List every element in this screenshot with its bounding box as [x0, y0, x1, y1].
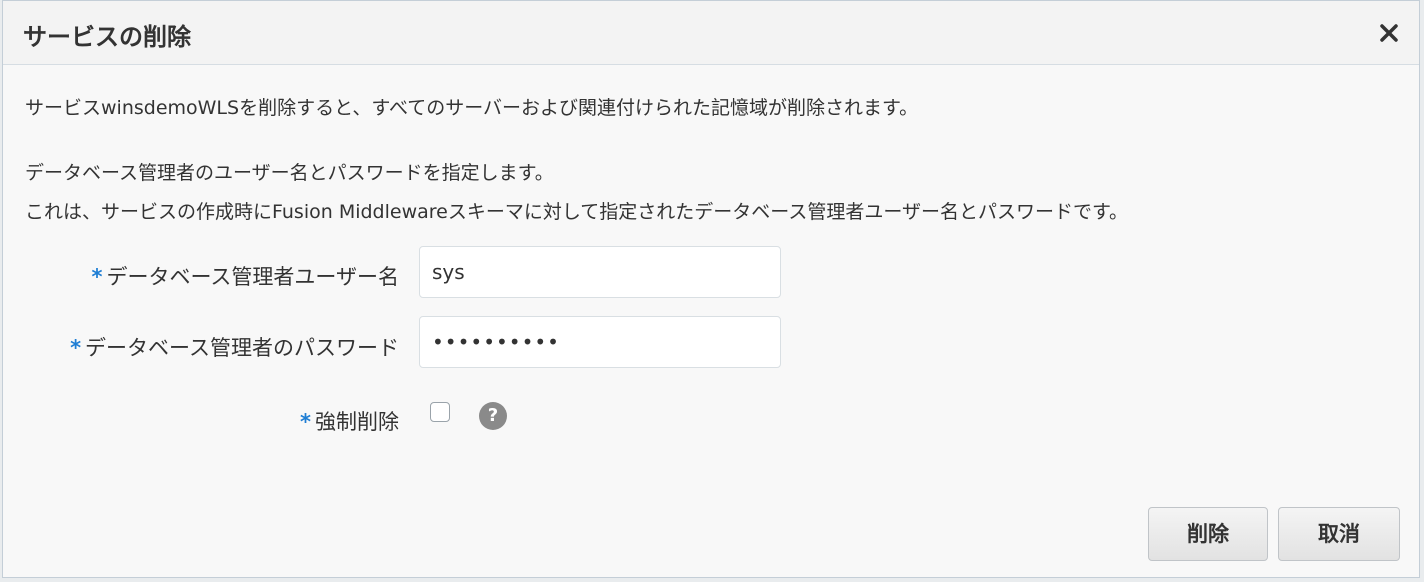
delete-warning-text: サービスwinsdemoWLSを削除すると、すべてのサーバーおよび関連付けられた… — [25, 97, 919, 119]
dialog-title: サービスの削除 — [23, 23, 191, 51]
delete-button[interactable]: 削除 — [1148, 507, 1268, 561]
force-delete-label-text: 強制削除 — [315, 410, 399, 434]
username-label-text: データベース管理者ユーザー名 — [106, 265, 399, 289]
force-delete-label: * 強制削除 — [300, 406, 399, 436]
required-marker: * — [300, 410, 311, 434]
password-label: * データベース管理者のパスワード — [70, 332, 399, 362]
dialog-titlebar: サービスの削除 — [3, 1, 1419, 65]
password-label-text: データベース管理者のパスワード — [85, 336, 399, 360]
password-input[interactable]: •••••••••• — [419, 316, 781, 368]
username-input[interactable]: sys — [419, 246, 781, 298]
question-circle-icon[interactable]: ? — [479, 402, 507, 430]
cancel-button[interactable]: 取消 — [1278, 507, 1400, 561]
required-marker: * — [91, 265, 103, 289]
required-marker: * — [70, 336, 82, 360]
close-button[interactable] — [1375, 19, 1403, 47]
delete-service-dialog: サービスの削除 サービスwinsdemoWLSを削除すると、すべてのサーバーおよ… — [2, 0, 1420, 578]
close-icon — [1380, 24, 1398, 42]
instruction-text: データベース管理者のユーザー名とパスワードを指定します。 — [25, 162, 554, 184]
force-delete-checkbox[interactable] — [430, 402, 450, 422]
username-label: * データベース管理者ユーザー名 — [91, 261, 399, 291]
instruction-detail-text: これは、サービスの作成時にFusion Middlewareスキーマに対して指定… — [25, 201, 1129, 223]
